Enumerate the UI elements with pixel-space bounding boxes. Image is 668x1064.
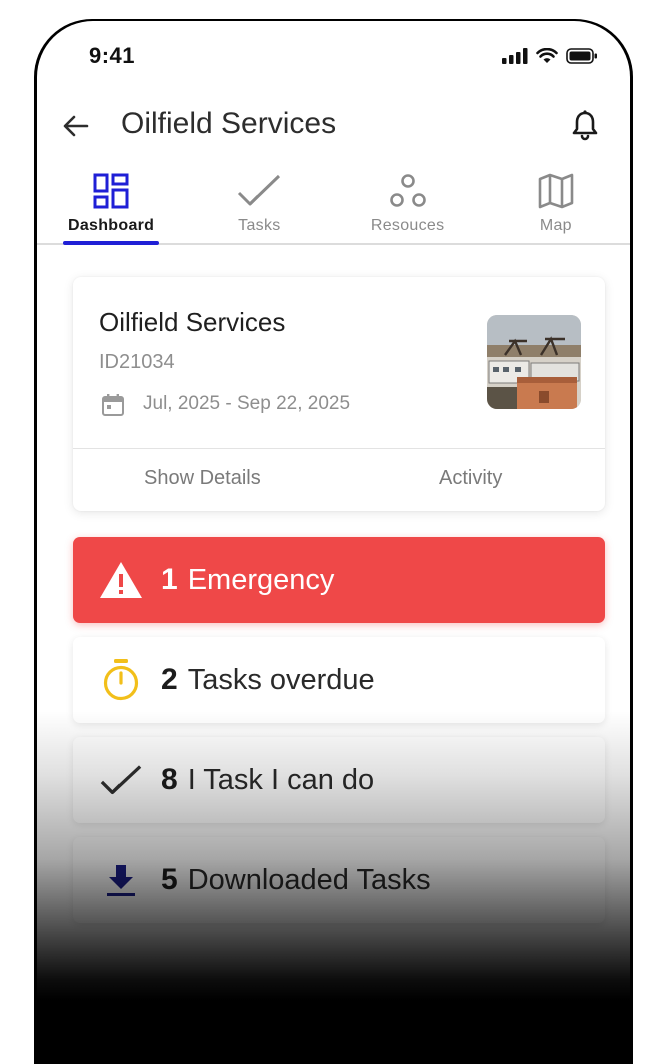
project-card: Oilfield Services ID21034 Jul, 2025 - Se…: [73, 277, 605, 511]
tab-label: Tasks: [238, 217, 281, 234]
stat-count: 8: [161, 763, 178, 796]
dashboard-icon: [93, 173, 129, 209]
stat-label: I Task I can do: [187, 763, 375, 796]
phone-frame: 9:41 Oilfield Services Dashboard Tasks R…: [34, 19, 633, 1064]
project-dates: Jul, 2025 - Sep 22, 2025: [143, 393, 351, 414]
tasks-overdue-card[interactable]: 2 Tasks overdue: [73, 637, 605, 723]
status-bar: 9:41: [37, 21, 630, 91]
tab-label: Resouces: [370, 217, 445, 234]
download-icon: [99, 858, 143, 902]
stopwatch-icon: [99, 658, 143, 702]
project-title: Oilfield Services: [99, 307, 286, 337]
tab-map[interactable]: Map: [482, 167, 630, 243]
downloaded-tasks-card[interactable]: 5 Downloaded Tasks: [73, 837, 605, 923]
status-time: 9:41: [89, 43, 136, 68]
status-icons: [502, 48, 598, 64]
calendar-icon: [102, 394, 124, 416]
stat-count: 1: [161, 563, 178, 596]
back-arrow-icon[interactable]: [61, 111, 91, 141]
tab-dashboard[interactable]: Dashboard: [37, 167, 185, 245]
app-header: Oilfield Services: [37, 101, 630, 151]
tab-bar: Dashboard Tasks Resouces Map: [37, 167, 630, 245]
stat-label: Tasks overdue: [187, 663, 375, 696]
check-icon: [238, 174, 281, 206]
active-tab-indicator: [63, 241, 160, 245]
stat-count: 2: [161, 663, 178, 696]
tab-resources[interactable]: Resouces: [334, 167, 482, 243]
project-thumbnail[interactable]: [487, 315, 581, 409]
page-title: Oilfield Services: [121, 107, 337, 140]
tab-label: Map: [539, 217, 572, 234]
project-id: ID21034: [99, 351, 175, 373]
app-screen: 9:41 Oilfield Services Dashboard Tasks R…: [37, 21, 630, 1064]
stat-label: Emergency: [187, 563, 335, 596]
battery-icon: [566, 48, 597, 64]
card-divider: [73, 448, 605, 449]
activity-button[interactable]: Activity: [439, 467, 502, 490]
stat-count: 5: [161, 863, 178, 896]
bell-icon[interactable]: [570, 109, 600, 141]
map-icon: [538, 173, 574, 209]
emergency-card[interactable]: 1 Emergency: [73, 537, 605, 623]
resources-icon: [389, 174, 426, 207]
warning-icon: [99, 558, 143, 602]
wifi-icon: [536, 48, 558, 63]
show-details-button[interactable]: Show Details: [144, 467, 261, 490]
check-icon: [99, 758, 143, 802]
signal-icon: [502, 48, 528, 64]
tasks-can-do-card[interactable]: 8 I Task I can do: [73, 737, 605, 823]
stat-label: Downloaded Tasks: [187, 863, 431, 896]
tab-tasks[interactable]: Tasks: [185, 167, 333, 243]
tab-label: Dashboard: [67, 217, 155, 234]
